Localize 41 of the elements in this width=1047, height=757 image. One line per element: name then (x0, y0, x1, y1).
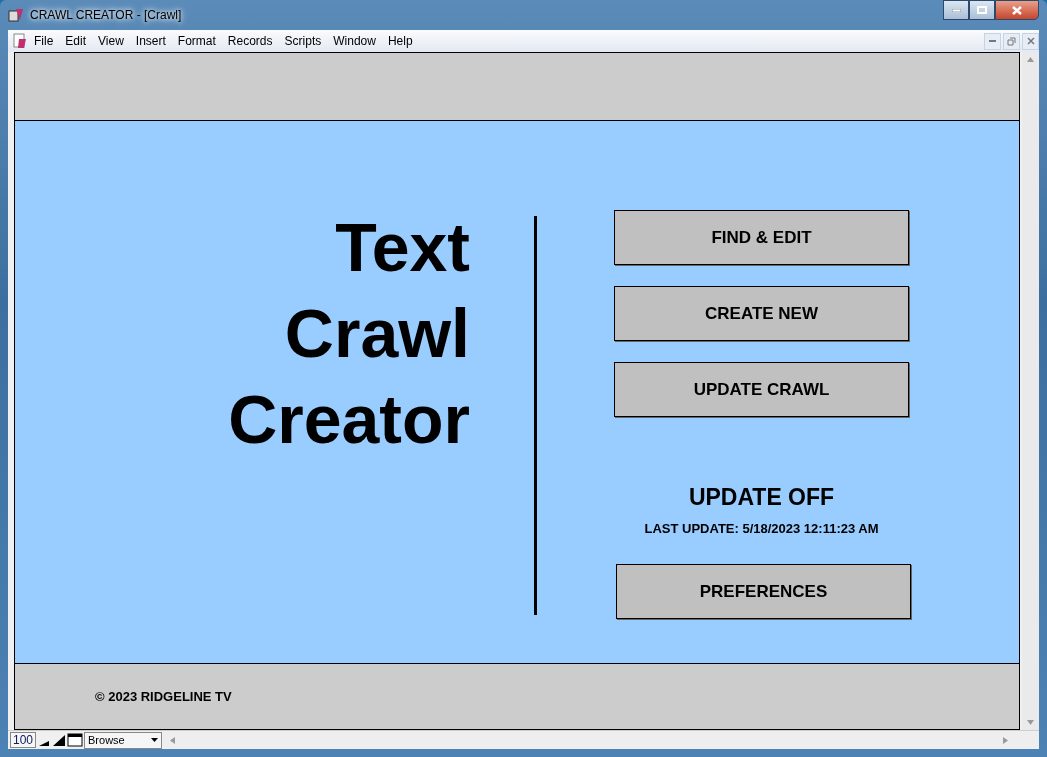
close-button[interactable] (995, 0, 1039, 20)
caret-icon (151, 738, 159, 742)
menu-item[interactable]: View (92, 34, 130, 48)
menu-item[interactable]: File (28, 34, 60, 48)
app-title: Text (335, 208, 470, 287)
menu-item[interactable]: Window (327, 34, 382, 48)
zoom-level[interactable]: 100 (10, 732, 37, 748)
window-title: CRAWL CREATOR - [Crawl] (30, 8, 182, 22)
close-icon (1012, 5, 1022, 15)
restore-icon (1007, 36, 1016, 46)
menu-item[interactable]: Insert (129, 34, 172, 48)
preferences-button[interactable]: PREFERENCES (616, 564, 911, 619)
close-icon (1026, 37, 1035, 45)
action-button[interactable]: CREATE NEW (614, 286, 909, 341)
status-area-icon[interactable] (67, 733, 84, 747)
maximize-button[interactable] (969, 0, 995, 20)
vertical-scrollbar[interactable] (1022, 52, 1039, 730)
scroll-down-icon[interactable] (1027, 719, 1034, 726)
menu-item[interactable]: Format (171, 34, 222, 48)
app-title: Creator (228, 380, 470, 459)
app-title: Crawl (284, 294, 470, 373)
scroll-left-icon[interactable] (169, 736, 177, 744)
menu-item[interactable]: Scripts (278, 34, 328, 48)
minimize-icon (951, 8, 961, 12)
maximize-icon (977, 6, 987, 14)
last-update-text: LAST UPDATE: 5/18/2023 12:11:23 AM (644, 521, 879, 536)
scroll-up-icon[interactable] (1027, 56, 1034, 63)
mode-dropdown[interactable]: Browse (84, 731, 163, 749)
scroll-right-icon[interactable] (1002, 736, 1009, 744)
update-status: UPDATE OFF (688, 484, 835, 511)
action-button[interactable]: FIND & EDIT (614, 210, 909, 265)
document-icon (12, 33, 28, 49)
zoom-in-icon[interactable] (52, 733, 67, 747)
app-icon (8, 7, 24, 23)
minimize-button[interactable] (943, 0, 969, 20)
menu-item[interactable]: Help (381, 34, 419, 48)
minimize-icon (989, 40, 996, 42)
menu-item[interactable]: Records (221, 34, 279, 48)
action-button[interactable]: UPDATE CRAWL (614, 362, 909, 417)
copyright-text: © 2023 RIDGELINE TV (95, 689, 232, 704)
menu-item[interactable]: Edit (59, 34, 93, 48)
